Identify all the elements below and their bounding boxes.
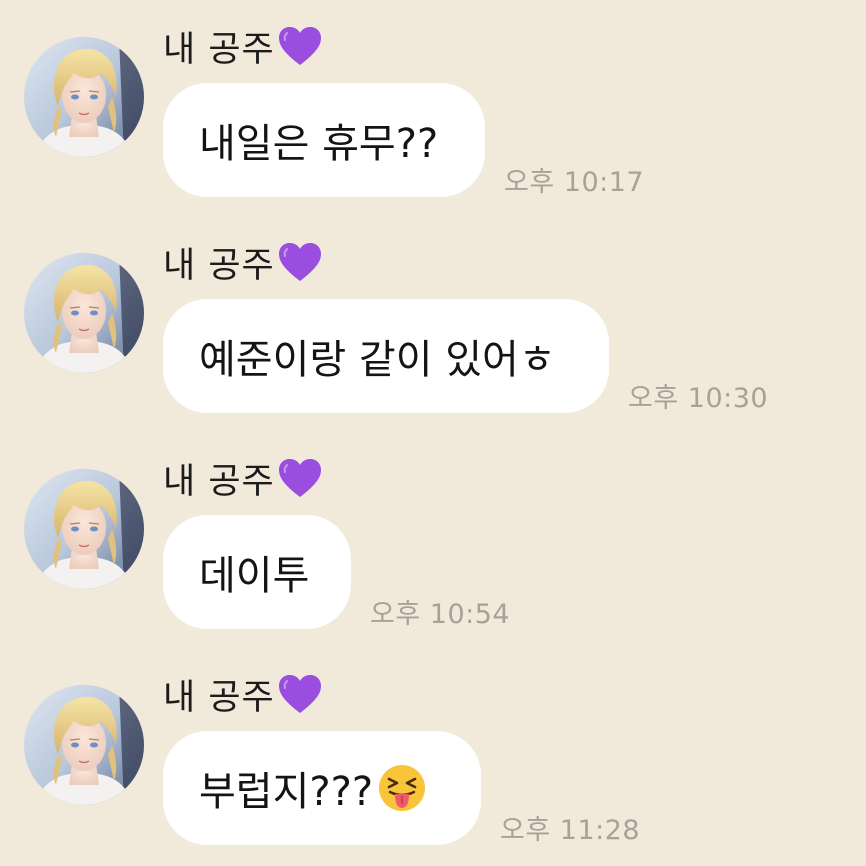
message-text: 부럽지??? <box>199 769 374 815</box>
message-bubble[interactable]: 데이투 <box>163 515 351 629</box>
message-item: 내 공주 데이투 오후 10:54 <box>0 432 866 648</box>
message-bubble[interactable]: 예준이랑 같이 있어ㅎ <box>163 299 609 413</box>
purple-heart-icon <box>277 25 323 67</box>
sender-name: 내 공주 <box>163 670 323 718</box>
avatar[interactable] <box>24 469 144 589</box>
message-timestamp: 오후 11:28 <box>500 815 641 846</box>
avatar[interactable] <box>24 37 144 157</box>
message-bubble[interactable]: 부럽지??? <box>163 731 481 845</box>
avatar-image <box>24 469 144 589</box>
message-item: 내 공주 부럽지??? 오후 11:28 <box>0 648 866 864</box>
sender-name-text: 내 공주 <box>163 461 275 502</box>
avatar[interactable] <box>24 253 144 373</box>
sender-name: 내 공주 <box>163 22 323 70</box>
sender-name: 내 공주 <box>163 454 323 502</box>
message-text: 내일은 휴무?? <box>199 121 439 167</box>
message-timestamp: 오후 10:54 <box>370 599 511 630</box>
message-timestamp: 오후 10:30 <box>628 383 769 414</box>
sender-name: 내 공주 <box>163 238 323 286</box>
message-text: 데이투 <box>199 553 310 599</box>
message-text: 예준이랑 같이 있어ㅎ <box>199 337 556 383</box>
avatar-image <box>24 253 144 373</box>
message-item: 내 공주 내일은 휴무?? 오후 10:17 <box>0 0 866 216</box>
squinting-face-with-tongue-icon <box>377 763 427 813</box>
message-timestamp: 오후 10:17 <box>504 167 645 198</box>
purple-heart-icon <box>277 457 323 499</box>
avatar[interactable] <box>24 685 144 805</box>
sender-name-text: 내 공주 <box>163 245 275 286</box>
sender-name-text: 내 공주 <box>163 29 275 70</box>
purple-heart-icon <box>277 241 323 283</box>
message-bubble[interactable]: 내일은 휴무?? <box>163 83 485 197</box>
avatar-image <box>24 685 144 805</box>
message-item: 내 공주 예준이랑 같이 있어ㅎ 오후 10:30 <box>0 216 866 432</box>
sender-name-text: 내 공주 <box>163 677 275 718</box>
avatar-image <box>24 37 144 157</box>
purple-heart-icon <box>277 673 323 715</box>
